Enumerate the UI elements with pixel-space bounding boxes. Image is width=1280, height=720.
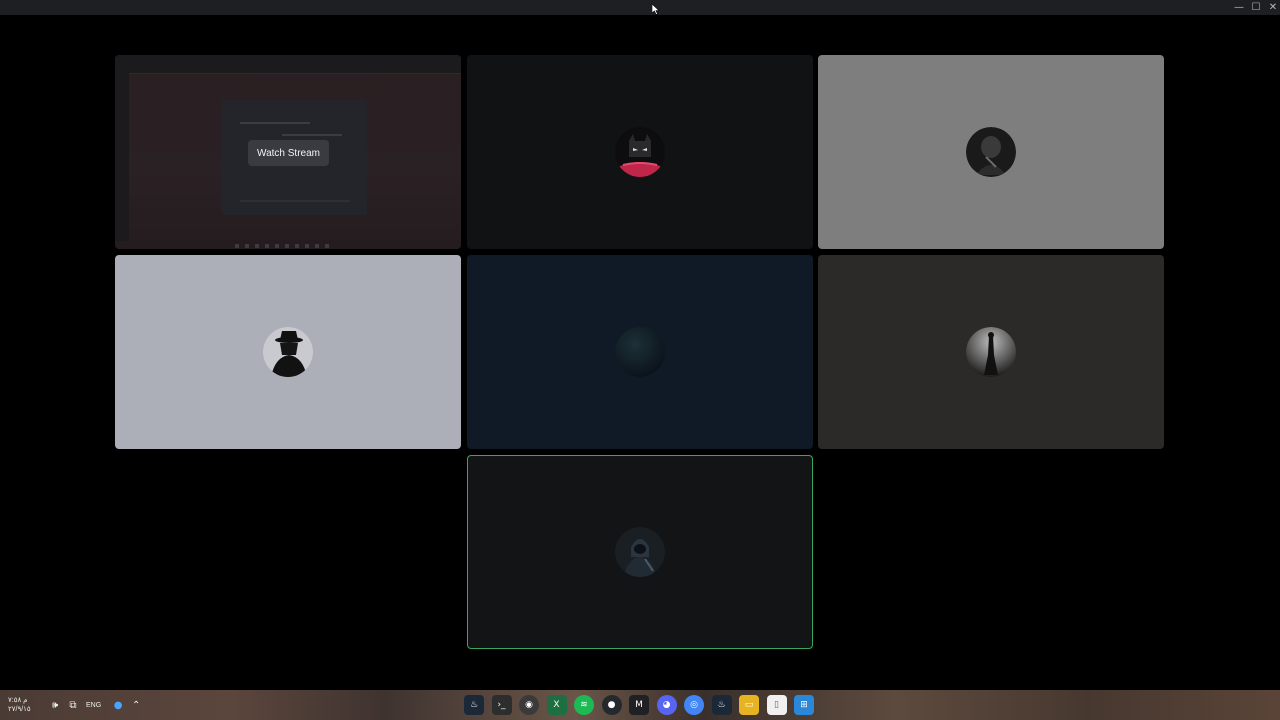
clock-date: ٢٧/٩/١٥ — [8, 706, 31, 713]
chrome-icon[interactable]: ◎ — [684, 695, 704, 715]
spotify-icon[interactable]: ≋ — [574, 695, 594, 715]
microphone-icon[interactable]: ● — [111, 698, 125, 712]
clock-time: م ٧:٥٨ — [8, 697, 28, 704]
steam-icon[interactable]: ♨ — [464, 695, 484, 715]
fedora-silhouette-avatar — [263, 327, 313, 377]
document-icon[interactable]: ▯ — [766, 695, 787, 715]
dark-orb-avatar — [615, 327, 665, 377]
participant-tile[interactable] — [467, 255, 813, 449]
chevron-up-icon[interactable]: ⌃ — [129, 698, 143, 712]
participant-tile[interactable] — [115, 255, 461, 449]
terminal-icon[interactable]: ›_ — [491, 695, 512, 715]
language-indicator[interactable]: ENG — [86, 702, 101, 709]
network-icon[interactable]: ⧉ — [66, 698, 80, 712]
github-icon[interactable]: ● — [601, 695, 622, 715]
close-window-button[interactable]: ✕ — [1264, 0, 1280, 15]
speaker-icon[interactable]: 🕪 — [48, 698, 62, 712]
figure-silhouette-avatar — [966, 327, 1016, 377]
hooded-figure-avatar — [615, 527, 665, 577]
stream-tile[interactable]: Watch Stream — [115, 55, 461, 249]
watch-stream-button[interactable]: Watch Stream — [248, 140, 329, 166]
speaking-participant-tile[interactable] — [467, 455, 813, 649]
title-bar: — ☐ ✕ — [0, 0, 1280, 15]
stream-preview-taskbar — [235, 244, 329, 248]
participant-tile[interactable] — [818, 255, 1164, 449]
windows-start-icon[interactable]: ⊞ — [794, 695, 814, 715]
batman-avatar — [615, 127, 665, 177]
stream-preview-toolbar — [115, 55, 461, 74]
mouse-cursor-icon — [652, 4, 660, 15]
file-explorer-icon[interactable]: ▭ — [739, 695, 759, 715]
participant-tile[interactable] — [818, 55, 1164, 249]
discord-icon[interactable]: ◕ — [656, 695, 677, 715]
system-clock[interactable]: م ٧:٥٨ ٢٧/٩/١٥ — [8, 696, 44, 714]
dark-portrait-avatar — [966, 127, 1016, 177]
participant-tile[interactable] — [467, 55, 813, 249]
steam-alt-icon[interactable]: ♨ — [711, 695, 732, 715]
excel-icon[interactable]: X — [546, 695, 567, 715]
obs-icon[interactable]: ◉ — [519, 695, 539, 715]
gmail-icon[interactable]: M — [629, 695, 649, 715]
taskbar: م ٧:٥٨ ٢٧/٩/١٥ 🕪 ⧉ ENG ● ⌃ ♨ ›_ ◉ X ≋ ● … — [0, 690, 1280, 720]
minimize-button[interactable]: — — [1230, 0, 1248, 15]
stream-preview-sidebar — [115, 73, 129, 241]
maximize-button[interactable]: ☐ — [1247, 0, 1265, 15]
